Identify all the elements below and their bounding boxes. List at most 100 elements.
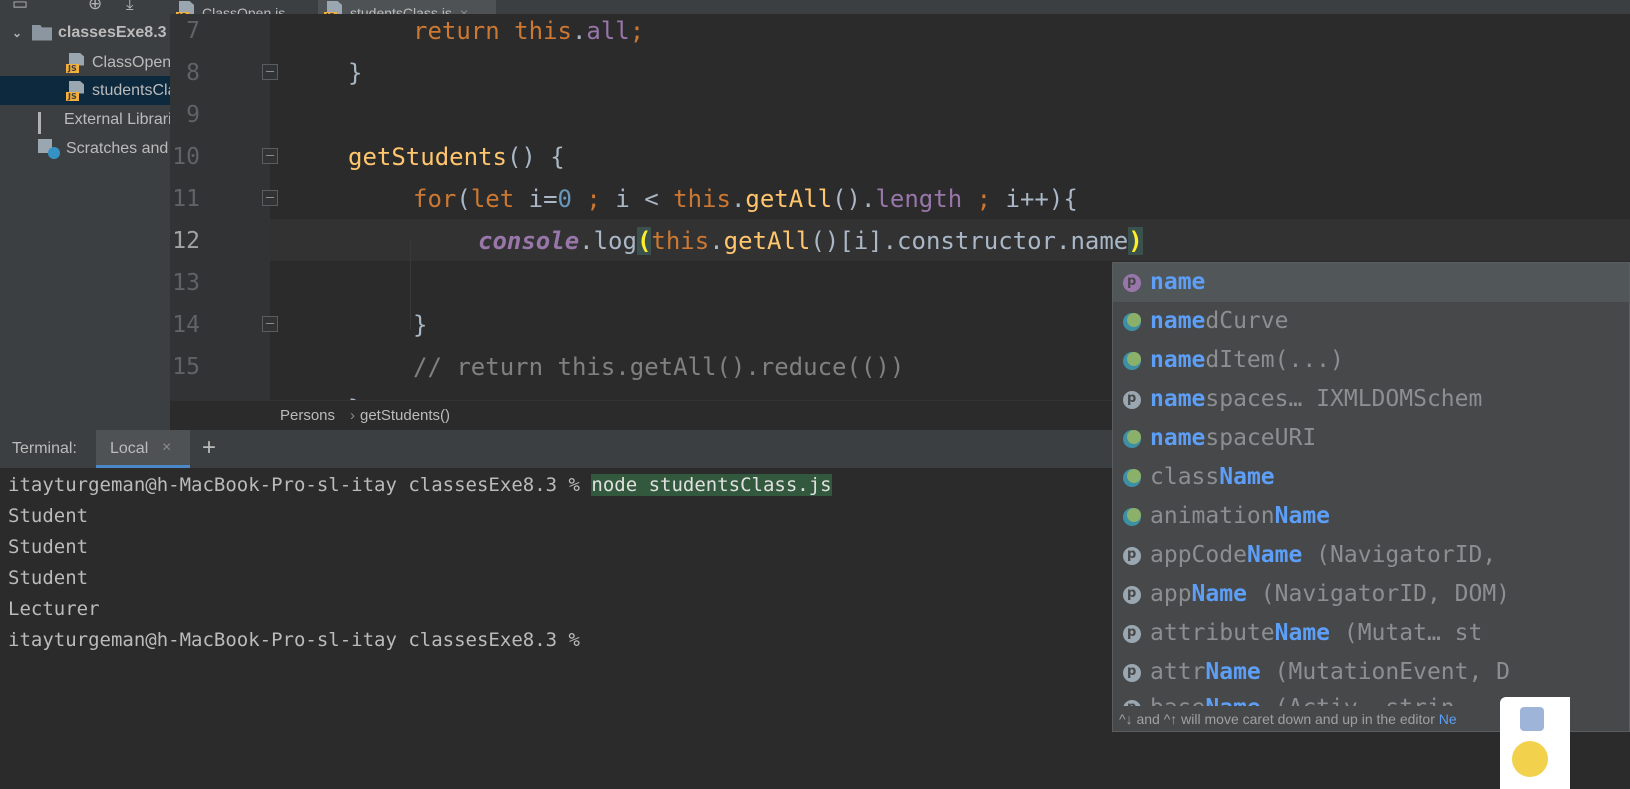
tree-item-project-root[interactable]: ⌄ classesExe8.3 <box>0 18 170 47</box>
terminal-line: Student <box>8 567 89 589</box>
code-line-12: console.log(this.getAll()[i].constructor… <box>478 220 1143 262</box>
close-icon[interactable]: × <box>162 439 171 457</box>
completion-match: Name <box>1219 464 1275 490</box>
tab-label: ClassOpen.js <box>202 5 286 14</box>
code-token: . <box>709 227 724 255</box>
code-token: getAll <box>745 185 833 213</box>
breadcrumb-class[interactable]: Persons <box>280 407 335 424</box>
line-number: 11 <box>172 186 200 212</box>
completion-match: Name <box>1274 503 1331 529</box>
tab-label: studentsClass.js <box>350 5 452 14</box>
tab-terminal-local[interactable]: Local × <box>96 430 190 468</box>
code-token: i < <box>615 185 674 213</box>
terminal-line: Student <box>8 536 89 558</box>
code-completion-popup[interactable]: name namedCurve namedItem(...) namespace… <box>1112 262 1630 732</box>
completion-match: name <box>1150 308 1206 334</box>
completion-item[interactable]: namespaceURI <box>1113 419 1629 458</box>
brace-match-close: ) <box>1128 227 1143 255</box>
property-icon <box>1123 379 1141 418</box>
code-token: ()[i].constructor.name <box>810 227 1129 255</box>
code-token: (). <box>832 185 876 213</box>
tab-studentsclass[interactable]: JS studentsClass.js × <box>318 0 496 14</box>
tree-item-classopen[interactable]: JS ClassOpen.js <box>0 48 170 77</box>
code-token: let <box>470 185 515 213</box>
code-token: console <box>478 227 580 255</box>
fold-marker-icon[interactable] <box>262 316 278 332</box>
js-file-icon: JS <box>66 52 86 73</box>
completion-item[interactable]: appCodeName (NavigatorID, <box>1113 535 1629 575</box>
terminal-line: itayturgeman@h-MacBook-Pro-sl-itay class… <box>8 470 832 501</box>
new-terminal-plus-icon[interactable]: + <box>202 434 216 462</box>
code-token: this <box>651 227 710 255</box>
indent-guide <box>410 240 411 330</box>
code-token: 0 <box>557 185 572 213</box>
property-icon <box>1123 613 1141 652</box>
code-token: . <box>730 185 746 213</box>
project-sidebar: ▭ ⊕ ⤓ ⌄ classesExe8.3 JS ClassOpen.js JS… <box>0 0 170 450</box>
terminal-line: Lecturer <box>8 598 100 620</box>
js-file-icon: JS <box>324 1 344 14</box>
tab-classopen[interactable]: JS ClassOpen.js <box>170 0 316 14</box>
line-number: 14 <box>172 312 200 338</box>
terminal-prompt: itayturgeman@h-MacBook-Pro-sl-itay class… <box>8 629 580 651</box>
completion-hint-link[interactable]: Ne <box>1439 711 1457 727</box>
line-gutter: 7 8 9 10 11 12 13 14 15 <box>170 14 278 400</box>
collapse-all-icon[interactable]: ⤓ <box>126 0 134 14</box>
folder-icon <box>32 24 52 41</box>
close-icon[interactable]: × <box>460 5 468 14</box>
chevron-down-icon[interactable]: ⌄ <box>12 26 26 40</box>
fold-marker-icon[interactable] <box>262 148 278 164</box>
completion-suffix: (NavigatorID, <box>1302 542 1497 568</box>
tree-item-external-libraries[interactable]: External Libraries <box>0 105 170 134</box>
code-token: length <box>875 185 963 213</box>
avatar <box>1500 697 1570 789</box>
code-line-10: getStudents() { <box>348 136 565 178</box>
code-token: getStudents <box>348 143 507 171</box>
code-token: ; <box>629 17 645 45</box>
editor-tabs: JS ClassOpen.js JS studentsClass.js × <box>170 0 1630 14</box>
line-number: 10 <box>172 144 200 170</box>
completion-item[interactable]: className <box>1113 458 1629 497</box>
js-file-icon: JS <box>66 80 86 101</box>
tree-item-label: ClassOpen.js <box>92 53 170 71</box>
completion-item[interactable]: attrName (MutationEvent, D <box>1113 652 1629 692</box>
code-token: ; <box>962 185 1006 213</box>
fold-marker-icon[interactable] <box>262 64 278 80</box>
completion-prefix: appCode <box>1150 542 1247 568</box>
property-icon <box>1123 535 1141 574</box>
field-icon <box>1123 430 1141 448</box>
tree-item-studentsclass[interactable]: JS studentsClass.js <box>0 76 170 105</box>
field-icon <box>1123 352 1141 370</box>
field-icon <box>1123 313 1141 331</box>
project-toolbar: ▭ ⊕ ⤓ <box>0 0 170 14</box>
line-number: 15 <box>172 354 200 380</box>
astronaut-icon <box>1520 707 1544 731</box>
fold-marker-icon[interactable] <box>262 190 278 206</box>
completion-match: Name <box>1246 542 1303 568</box>
completion-suffix: dItem(...) <box>1205 347 1344 373</box>
completion-item[interactable]: attributeName (Mutat… st <box>1113 613 1629 653</box>
brace-match-open: ( <box>636 227 652 255</box>
code-line-14: } <box>413 311 428 339</box>
tree-item-label: Scratches and Consoles <box>66 139 170 157</box>
completion-match: Name <box>1205 659 1261 685</box>
completion-prefix: attribute <box>1150 620 1275 646</box>
code-line-7: return this.all; <box>413 17 645 45</box>
tree-item-scratches[interactable]: Scratches and Consoles <box>0 134 170 163</box>
code-token: i++){ <box>1005 185 1078 213</box>
code-line-11: for(let i=0 ; i < this.getAll().length ;… <box>413 178 1078 220</box>
js-file-icon: JS <box>176 1 196 14</box>
completion-item[interactable]: name <box>1113 263 1629 302</box>
line-number: 7 <box>186 18 200 44</box>
locate-file-icon[interactable]: ⊕ <box>88 0 102 14</box>
completion-item[interactable]: namespaces… IXMLDOMSchem <box>1113 379 1629 419</box>
completion-item[interactable]: animationName <box>1113 497 1629 536</box>
breadcrumb-method[interactable]: getStudents() <box>360 407 450 424</box>
completion-item[interactable]: namedItem(...) <box>1113 341 1629 380</box>
completion-match: Name <box>1274 620 1331 646</box>
completion-item[interactable]: appName (NavigatorID, DOM) <box>1113 574 1629 614</box>
completion-suffix: (MutationEvent, D <box>1260 659 1511 685</box>
project-view-icon[interactable]: ▭ <box>12 0 28 14</box>
completion-match: name <box>1150 386 1206 412</box>
completion-item[interactable]: namedCurve <box>1113 302 1629 341</box>
